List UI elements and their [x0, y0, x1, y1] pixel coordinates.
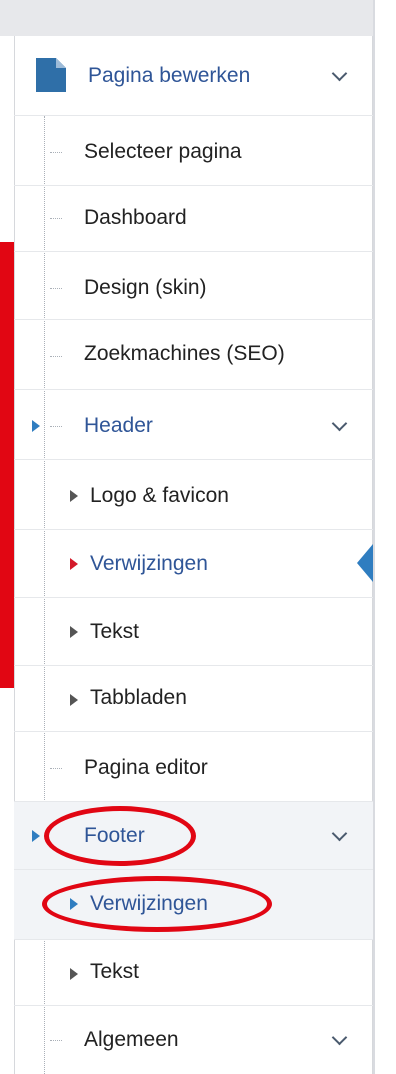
document-icon: [36, 58, 66, 97]
sidebar-item-label: Dashboard: [84, 206, 187, 229]
sidebar-item-label: Tekst: [90, 620, 140, 643]
tree-connector: [50, 152, 62, 153]
annotation-circle-verwijzingen: [42, 876, 272, 932]
sidebar-subitem-footer-tekst[interactable]: Tekst: [14, 940, 373, 1006]
sidebar-subitem-header-verwijzingen[interactable]: Verwijzingen: [14, 530, 373, 598]
sidebar-item-header[interactable]: Header: [14, 390, 373, 460]
expand-arrow-icon: [32, 420, 40, 432]
sidebar-item-label: Selecteer pagina: [84, 140, 242, 163]
content-divider: [373, 0, 375, 1074]
sidebar-item-label: Zoekmachines (SEO): [84, 342, 285, 365]
caret-right-icon: [70, 558, 78, 570]
tree-connector: [50, 356, 62, 357]
sidebar-item-zoekmachines-seo[interactable]: Zoekmachines (SEO): [14, 320, 373, 390]
content-area: [373, 0, 396, 1074]
sidebar-item-label: Logo & favicon: [90, 484, 229, 507]
chevron-down-icon[interactable]: [331, 825, 348, 842]
chevron-down-icon[interactable]: [331, 65, 348, 82]
sidebar-item-label: Header: [84, 414, 153, 437]
sidebar-header-pagina-bewerken[interactable]: Pagina bewerken: [14, 40, 373, 116]
sidebar-item-design-skin[interactable]: Design (skin): [14, 252, 373, 320]
tree-connector: [50, 768, 62, 769]
sidebar-item-label: Tabbladen: [90, 686, 187, 709]
sidebar-subitem-tabbladen[interactable]: Tabbladen: [14, 666, 373, 732]
expand-arrow-icon: [32, 830, 40, 842]
red-annotation-bar: [0, 242, 14, 688]
caret-right-icon: [70, 968, 78, 980]
sidebar-header-label: Pagina bewerken: [88, 64, 251, 87]
sidebar-item-pagina-editor[interactable]: Pagina editor: [14, 732, 373, 802]
sidebar-item-label: Tekst: [90, 960, 140, 983]
sidebar-item-dashboard[interactable]: Dashboard: [14, 186, 373, 252]
sidebar-item-label: Verwijzingen: [90, 552, 208, 575]
tree-connector: [50, 1040, 62, 1041]
tree-connector: [50, 426, 62, 427]
annotation-circle-footer: [44, 806, 196, 866]
sidebar-item-selecteer-pagina[interactable]: Selecteer pagina: [14, 116, 373, 186]
chevron-down-icon[interactable]: [331, 415, 348, 432]
sidebar-subitem-header-tekst[interactable]: Tekst: [14, 598, 373, 666]
tree-connector: [50, 218, 62, 219]
chevron-down-icon[interactable]: [331, 1029, 348, 1046]
top-bar: [0, 0, 396, 36]
caret-right-icon: [70, 626, 78, 638]
sidebar-item-label: Algemeen: [84, 1028, 179, 1051]
caret-right-icon: [70, 490, 78, 502]
sidebar-item-label: Design (skin): [84, 276, 207, 299]
caret-right-icon: [70, 694, 78, 706]
sidebar-item-algemeen[interactable]: Algemeen: [14, 1006, 373, 1074]
sidebar-subitem-logo-favicon[interactable]: Logo & favicon: [14, 460, 373, 530]
active-item-pointer: [357, 544, 373, 582]
tree-connector: [50, 288, 62, 289]
sidebar-item-label: Pagina editor: [84, 756, 208, 779]
